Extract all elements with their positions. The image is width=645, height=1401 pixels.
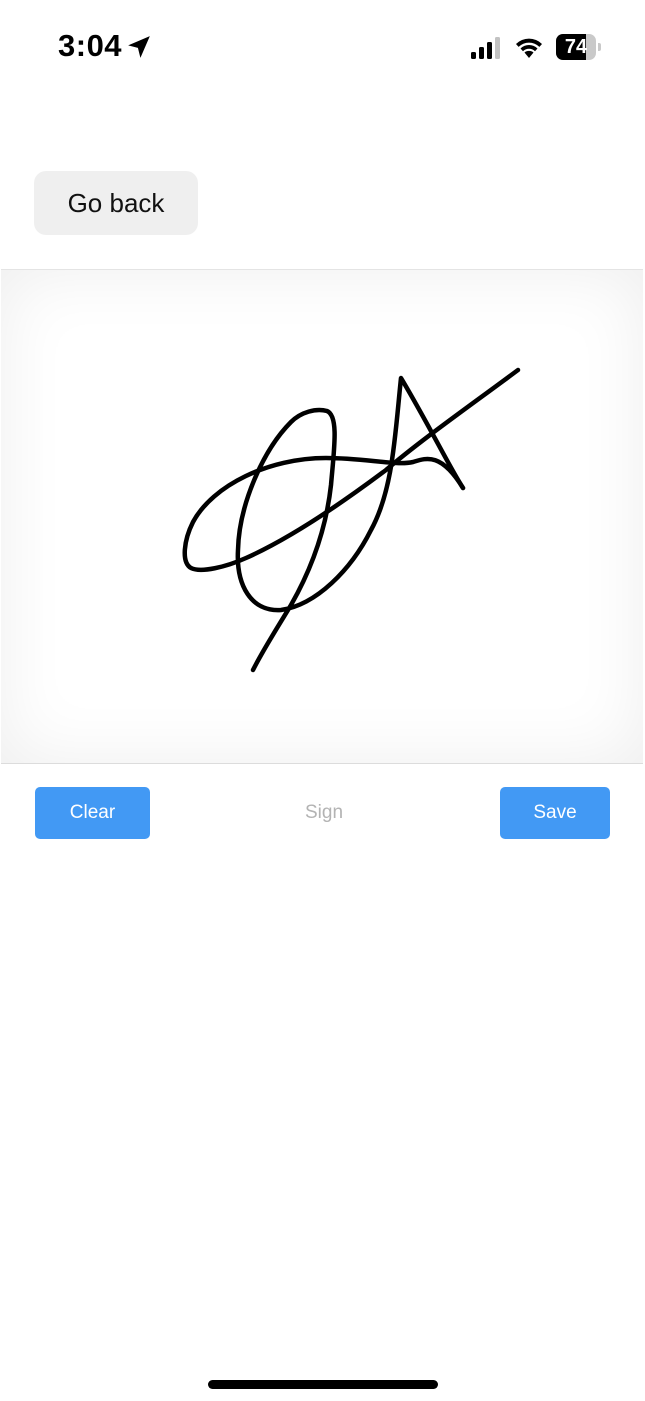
battery-body: 74 (556, 34, 596, 60)
battery-level: 74 (564, 36, 588, 58)
signature-pad[interactable] (1, 269, 643, 764)
save-button[interactable]: Save (500, 787, 610, 839)
sign-label: Sign (304, 802, 344, 823)
status-time: 3:04 (58, 28, 123, 63)
wifi-icon (516, 38, 542, 58)
battery-cap (598, 43, 601, 51)
status-bar: 3:04 74 (0, 0, 645, 96)
cellular-signal-icon (471, 37, 500, 59)
go-back-button[interactable]: Go back (34, 171, 198, 235)
location-arrow-icon (128, 36, 150, 58)
signature-stroke (182, 367, 521, 673)
clear-button[interactable]: Clear (35, 787, 150, 839)
battery-icon: 74 (556, 34, 602, 60)
home-indicator[interactable] (208, 1380, 438, 1389)
